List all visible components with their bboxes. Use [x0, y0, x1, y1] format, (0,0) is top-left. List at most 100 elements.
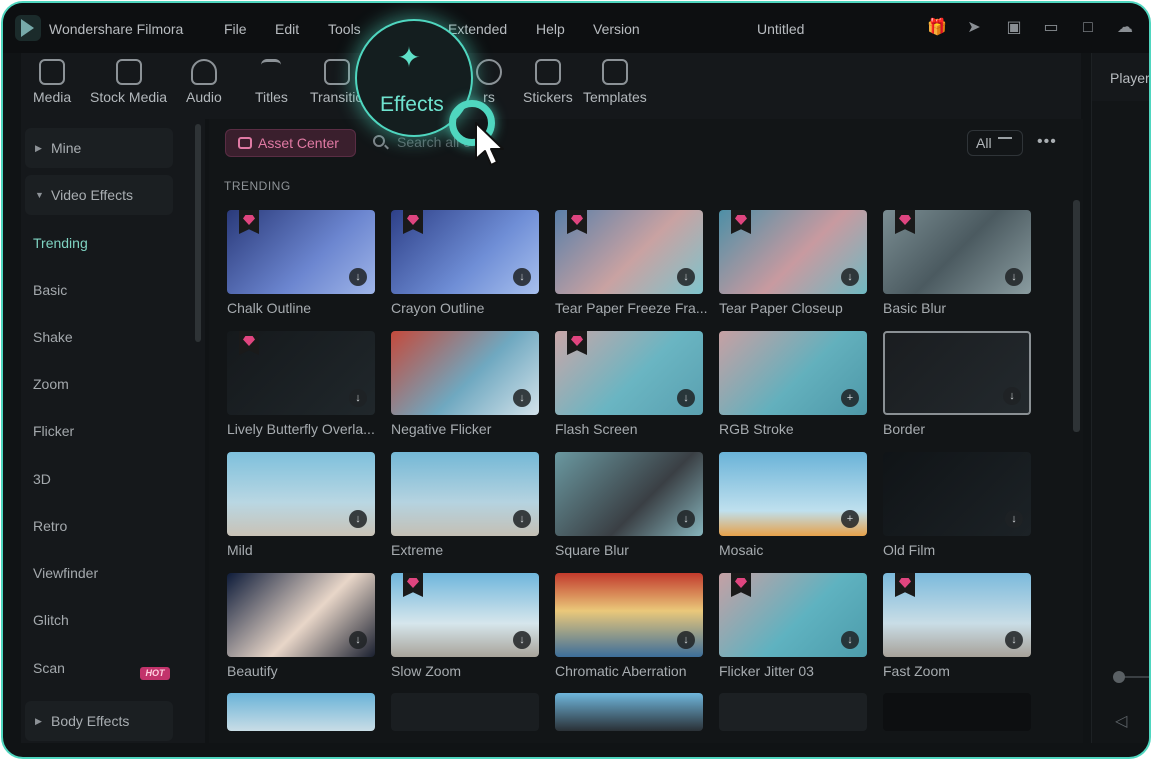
sidebar-item-glitch[interactable]: Glitch [33, 612, 69, 628]
tab-templates[interactable]: Templates [583, 59, 647, 105]
sidebar-item-retro[interactable]: Retro [33, 518, 67, 534]
sidebar-item-zoom[interactable]: Zoom [33, 376, 69, 392]
sidebar-scrollbar[interactable] [195, 124, 201, 342]
filter-button[interactable]: All [967, 130, 1023, 156]
effect-thumbnail[interactable]: ↓ [391, 210, 539, 294]
effect-thumbnail[interactable]: ↓ [391, 331, 539, 415]
effect-thumbnail[interactable]: ↓ [227, 573, 375, 657]
tab-effects[interactable]: Effects [380, 93, 444, 117]
menu-file[interactable]: File [224, 21, 247, 37]
effect-thumbnail[interactable]: ↓ [555, 573, 703, 657]
effect-thumbnail[interactable]: + [719, 452, 867, 536]
effect-thumbnail[interactable]: ↓ [883, 452, 1031, 536]
effect-card[interactable]: ↓ Square Blur [555, 452, 703, 558]
download-icon[interactable]: ↓ [349, 510, 367, 528]
effect-thumbnail[interactable]: ↓ [227, 210, 375, 294]
effect-card[interactable]: ↓ Chromatic Aberration [555, 573, 703, 679]
download-icon[interactable]: ↓ [513, 631, 531, 649]
sidebar-item-scan[interactable]: Scan [33, 660, 65, 676]
effect-thumbnail[interactable]: ↓ [883, 210, 1031, 294]
download-icon[interactable]: ↓ [677, 510, 695, 528]
download-icon[interactable]: ↓ [513, 389, 531, 407]
effect-card[interactable]: ↓ Chalk Outline [227, 210, 375, 316]
effect-card[interactable]: + Mosaic [719, 452, 867, 558]
layout-icon[interactable]: ▭ [1041, 18, 1061, 38]
download-icon[interactable]: ↓ [1003, 387, 1021, 405]
effect-thumbnail[interactable]: ↓ [227, 452, 375, 536]
sidebar-item-3d[interactable]: 3D [33, 471, 51, 487]
effect-thumbnail[interactable]: ↓ [227, 331, 375, 415]
download-icon[interactable]: ↓ [349, 631, 367, 649]
effect-thumbnail[interactable]: ↓ [883, 331, 1031, 415]
tab-stock-media[interactable]: Stock Media [90, 59, 167, 105]
effect-card[interactable]: ↓ Basic Blur [883, 210, 1031, 316]
sidebar-group-mine[interactable]: ▶ Mine [25, 128, 173, 168]
menu-tools[interactable]: Tools [328, 21, 361, 37]
menu-extended[interactable]: Extended [448, 21, 507, 37]
tab-audio[interactable]: Audio [186, 59, 222, 105]
collapse-panel-icon[interactable]: ◁ [1115, 711, 1127, 731]
effect-thumbnail[interactable]: ↓ [719, 210, 867, 294]
effect-card[interactable]: ↓ Extreme [391, 452, 539, 558]
effect-thumbnail[interactable] [391, 693, 539, 731]
asset-center-button[interactable]: Asset Center [225, 129, 356, 157]
effect-thumbnail[interactable]: ↓ [555, 210, 703, 294]
cloud-upload-icon[interactable]: ☁ [1115, 18, 1135, 38]
task-list-icon[interactable]: ▣ [1004, 18, 1024, 38]
effect-thumbnail[interactable]: ↓ [883, 573, 1031, 657]
zoom-slider-track[interactable] [1123, 676, 1149, 678]
save-icon[interactable]: □ [1078, 18, 1098, 38]
effect-card[interactable]: ↓ Old Film [883, 452, 1031, 558]
sidebar-item-viewfinder[interactable]: Viewfinder [33, 565, 98, 581]
more-options-icon[interactable]: ••• [1037, 133, 1057, 151]
add-icon[interactable]: + [841, 389, 859, 407]
send-icon[interactable]: ➤ [964, 18, 984, 38]
effect-card[interactable]: ↓ Flicker Jitter 03 [719, 573, 867, 679]
menu-edit[interactable]: Edit [275, 21, 299, 37]
download-icon[interactable]: ↓ [513, 268, 531, 286]
tab-media[interactable]: Media [33, 59, 71, 105]
sidebar-group-video-effects[interactable]: ▼ Video Effects [25, 175, 173, 215]
effect-card[interactable]: ↓ Crayon Outline [391, 210, 539, 316]
effect-card[interactable]: ↓ Slow Zoom [391, 573, 539, 679]
effect-card[interactable]: + RGB Stroke [719, 331, 867, 437]
download-icon[interactable]: ↓ [349, 268, 367, 286]
tab-titles[interactable]: Titles [255, 59, 288, 105]
effect-card[interactable]: ↓ Border [883, 331, 1031, 437]
download-icon[interactable]: ↓ [1005, 268, 1023, 286]
effect-card[interactable]: ↓ Tear Paper Freeze Fra... [555, 210, 707, 316]
sidebar-item-trending[interactable]: Trending [33, 235, 88, 251]
effect-thumbnail[interactable] [227, 693, 375, 731]
effect-thumbnail[interactable]: ↓ [391, 573, 539, 657]
effect-card[interactable]: ↓ Negative Flicker [391, 331, 539, 437]
effect-thumbnail[interactable]: ↓ [719, 573, 867, 657]
zoom-slider-handle[interactable] [1113, 671, 1125, 683]
effect-thumbnail[interactable]: ↓ [555, 452, 703, 536]
effect-card[interactable]: ↓ Lively Butterfly Overla... [227, 331, 375, 437]
effect-thumbnail[interactable] [719, 693, 867, 731]
content-scrollbar[interactable] [1073, 200, 1080, 432]
sidebar-item-flicker[interactable]: Flicker [33, 423, 74, 439]
download-icon[interactable]: ↓ [1005, 510, 1023, 528]
effect-card[interactable]: ↓ Beautify [227, 573, 375, 679]
tab-filters[interactable]: rs [476, 59, 502, 105]
gift-icon[interactable]: 🎁 [927, 18, 947, 38]
effect-thumbnail[interactable] [883, 693, 1031, 731]
download-icon[interactable]: ↓ [677, 268, 695, 286]
effect-thumbnail[interactable]: + [719, 331, 867, 415]
tab-stickers[interactable]: Stickers [523, 59, 573, 105]
sidebar-item-basic[interactable]: Basic [33, 282, 67, 298]
download-icon[interactable]: ↓ [841, 268, 859, 286]
download-icon[interactable]: ↓ [1005, 631, 1023, 649]
effect-thumbnail[interactable] [555, 693, 703, 731]
sidebar-item-shake[interactable]: Shake [33, 329, 73, 345]
menu-help[interactable]: Help [536, 21, 565, 37]
effect-thumbnail[interactable]: ↓ [391, 452, 539, 536]
effect-card[interactable]: ↓ Mild [227, 452, 375, 558]
download-icon[interactable]: ↓ [677, 389, 695, 407]
effect-thumbnail[interactable]: ↓ [555, 331, 703, 415]
download-icon[interactable]: ↓ [677, 631, 695, 649]
effect-card[interactable]: ↓ Fast Zoom [883, 573, 1031, 679]
menu-version[interactable]: Version [593, 21, 640, 37]
effect-card[interactable]: ↓ Flash Screen [555, 331, 703, 437]
